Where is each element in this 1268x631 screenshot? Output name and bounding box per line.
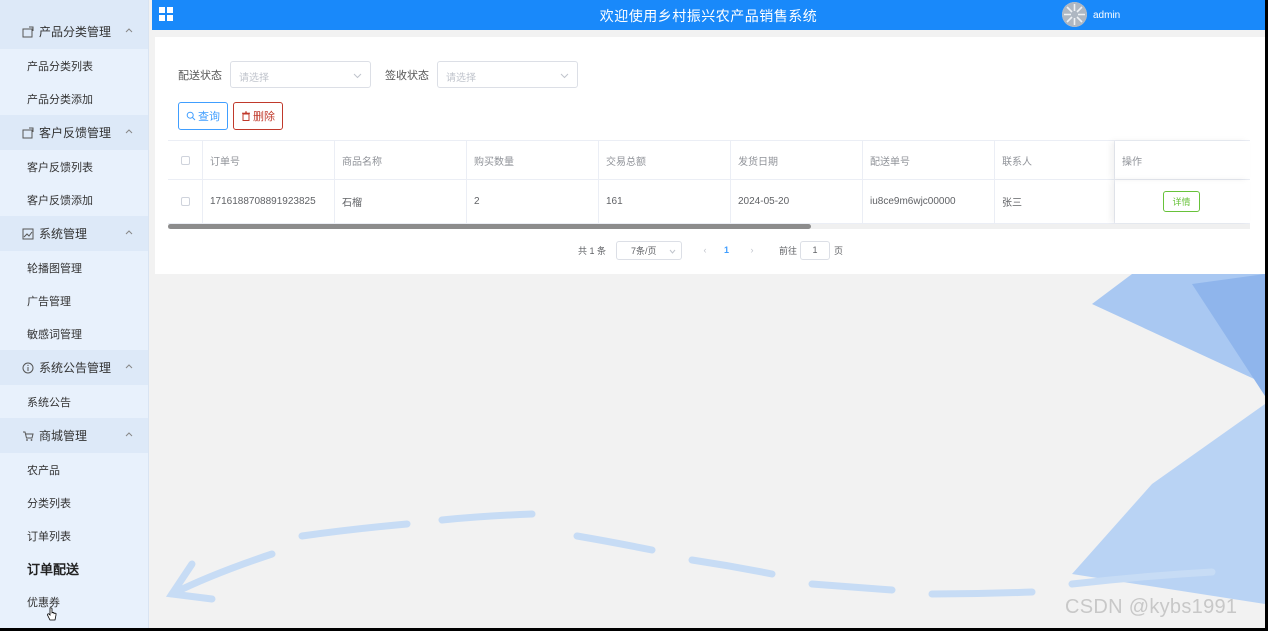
folder-icon — [22, 26, 34, 38]
column-header[interactable]: 商品名称 — [335, 141, 467, 179]
sidebar-item-category[interactable]: 分类列表 — [0, 486, 148, 519]
pagination: 共 1 条 7条/页 ‹ 1 › 前往 1 页 — [578, 240, 843, 260]
sidebar-item-sensitive-words[interactable]: 敏感词管理 — [0, 317, 148, 350]
sidebar-item-feedback-list[interactable]: 客户反馈列表 — [0, 150, 148, 183]
folder-icon — [22, 127, 34, 139]
next-page-icon[interactable]: › — [747, 245, 757, 255]
query-button-label: 查询 — [198, 111, 220, 123]
cell-product: 石榴 — [335, 180, 467, 223]
page-number-current[interactable]: 1 — [724, 245, 729, 255]
pagination-total: 共 1 条 — [578, 245, 607, 256]
sidebar-group-label: 客户反馈管理 — [39, 126, 112, 140]
chevron-down-icon — [560, 73, 569, 79]
header-checkbox-cell — [168, 141, 203, 179]
table-header: 订单号 商品名称 购买数量 交易总额 发货日期 配送单号 联系人 操作 — [168, 140, 1250, 180]
goto-page-input[interactable]: 1 — [800, 240, 831, 260]
column-header[interactable]: 配送单号 — [863, 141, 995, 179]
row-checkbox-cell — [168, 180, 203, 223]
cell-ship-date: 2024-05-20 — [731, 180, 863, 223]
sidebar-group-label: 系统公告管理 — [39, 361, 112, 375]
filter-bar: 配送状态 请选择 签收状态 请选择 — [178, 61, 592, 88]
table-scrollbar[interactable] — [168, 224, 1250, 229]
prev-page-icon[interactable]: ‹ — [700, 245, 710, 255]
sidebar-item-order-delivery[interactable]: 订单配送 — [0, 552, 148, 585]
receipt-status-label: 签收状态 — [385, 69, 429, 82]
cell-total: 161 — [599, 180, 731, 223]
trash-icon — [242, 111, 250, 121]
cell-tracking-no: iu8ce9m6wjc00000 — [863, 180, 995, 223]
sidebar-group-announcement[interactable]: 系统公告管理 — [0, 350, 148, 385]
main-panel: 配送状态 请选择 签收状态 请选择 查询 删除 订单号 商品名称 购买数量 交易… — [155, 37, 1265, 274]
sidebar-item-coupons[interactable]: 优惠券 — [0, 585, 148, 618]
column-header[interactable]: 购买数量 — [467, 141, 599, 179]
picture-icon — [22, 228, 34, 240]
chevron-down-icon — [669, 249, 676, 254]
cell-action: 详情 — [1115, 180, 1250, 223]
page-unit-label: 页 — [834, 245, 844, 256]
sidebar-item-carousel[interactable]: 轮播图管理 — [0, 251, 148, 284]
delivery-status-select[interactable]: 请选择 — [230, 61, 371, 88]
delivery-status-label: 配送状态 — [178, 69, 222, 82]
sidebar-item-announcement[interactable]: 系统公告 — [0, 385, 148, 418]
cart-icon — [22, 430, 34, 442]
sidebar-item-feedback-add[interactable]: 客户反馈添加 — [0, 183, 148, 216]
chevron-up-icon — [125, 230, 133, 235]
query-button[interactable]: 查询 — [178, 102, 228, 130]
chevron-up-icon — [125, 129, 133, 134]
select-all-checkbox[interactable] — [180, 155, 190, 165]
background-decoration — [165, 274, 1265, 604]
sidebar-group-label: 系统管理 — [39, 227, 88, 241]
goto-label: 前往 — [779, 245, 798, 256]
order-table: 订单号 商品名称 购买数量 交易总额 发货日期 配送单号 联系人 操作 1716… — [168, 140, 1250, 224]
top-header: 欢迎使用乡村振兴农产品销售系统 admin — [152, 0, 1265, 30]
column-header[interactable]: 交易总额 — [599, 141, 731, 179]
receipt-status-select[interactable]: 请选择 — [437, 61, 578, 88]
select-placeholder: 请选择 — [446, 73, 476, 84]
sidebar-item-orders[interactable]: 订单列表 — [0, 519, 148, 552]
select-placeholder: 请选择 — [239, 73, 269, 84]
sidebar-group-system[interactable]: 系统管理 — [0, 216, 148, 251]
sidebar-item-category-list[interactable]: 产品分类列表 — [0, 49, 148, 82]
watermark: CSDN @kybs1991 — [1065, 596, 1238, 618]
sidebar-group-label: 商城管理 — [39, 429, 88, 443]
sidebar-top-cut — [0, 0, 148, 14]
sidebar-group-feedback[interactable]: 客户反馈管理 — [0, 115, 148, 150]
table-row[interactable]: 1716188708891923825 石榴 2 161 2024-05-20 … — [168, 180, 1250, 224]
chevron-down-icon — [353, 73, 362, 79]
scrollbar-thumb[interactable] — [168, 224, 811, 229]
column-header[interactable]: 发货日期 — [731, 141, 863, 179]
column-header: 操作 — [1115, 141, 1250, 179]
cell-quantity: 2 — [467, 180, 599, 223]
chevron-up-icon — [125, 364, 133, 369]
info-icon — [22, 362, 34, 374]
row-checkbox[interactable] — [180, 197, 190, 206]
chevron-up-icon — [125, 432, 133, 437]
sidebar-item-category-add[interactable]: 产品分类添加 — [0, 82, 148, 115]
sidebar-group-product-category[interactable]: 产品分类管理 — [0, 14, 148, 49]
hand-cursor-icon — [47, 607, 57, 621]
avatar[interactable] — [1062, 2, 1087, 27]
cell-order-no: 1716188708891923825 — [203, 180, 335, 223]
sidebar-item-products[interactable]: 农产品 — [0, 453, 148, 486]
delete-button-label: 删除 — [253, 111, 275, 123]
sidebar: 产品分类管理 产品分类列表 产品分类添加 客户反馈管理 客户反馈列表 客户反馈添… — [0, 0, 149, 628]
cell-contact: 张三 — [995, 180, 1115, 223]
username[interactable]: admin — [1093, 10, 1120, 21]
sidebar-group-mall[interactable]: 商城管理 — [0, 418, 148, 453]
delete-button[interactable]: 删除 — [233, 102, 283, 130]
page-size-value: 7条/页 — [631, 245, 657, 256]
column-header[interactable]: 联系人 — [995, 141, 1115, 179]
sidebar-item-ads[interactable]: 广告管理 — [0, 284, 148, 317]
chevron-up-icon — [125, 28, 133, 33]
search-icon — [186, 111, 196, 121]
page-size-select[interactable]: 7条/页 — [616, 240, 683, 260]
column-header[interactable]: 订单号 — [203, 141, 335, 179]
app-window: 产品分类管理 产品分类列表 产品分类添加 客户反馈管理 客户反馈列表 客户反馈添… — [0, 0, 1265, 628]
detail-button[interactable]: 详情 — [1163, 191, 1200, 212]
sidebar-group-label: 产品分类管理 — [39, 25, 112, 39]
